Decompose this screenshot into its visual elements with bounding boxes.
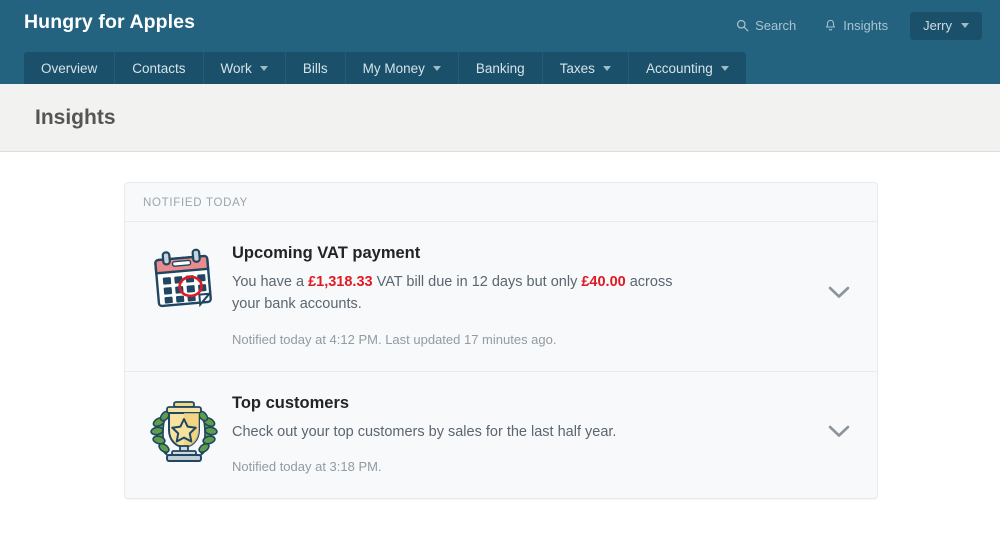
- insights-card-header: NOTIFIED TODAY: [125, 183, 877, 222]
- chevron-down-icon: [828, 286, 850, 304]
- section-label: NOTIFIED TODAY: [143, 197, 249, 209]
- insight-description: Check out your top customers by sales fo…: [232, 423, 617, 440]
- main-content: NOTIFIED TODAY Upcoming VAT payment You …: [0, 152, 1000, 538]
- nav-item-label: Contacts: [132, 60, 186, 76]
- insight-description: You have a £1,318.33 VAT bill due in 12 …: [232, 271, 692, 316]
- nav-item-banking[interactable]: Banking: [459, 52, 543, 84]
- insight-row-top-customers[interactable]: Top customers Check out your top custome…: [125, 372, 877, 498]
- nav-item-overview[interactable]: Overview: [24, 52, 116, 84]
- user-menu-button[interactable]: Jerry: [910, 11, 982, 40]
- user-menu-label: Jerry: [923, 18, 952, 33]
- desc-text-2: VAT bill due in 12 days but only: [372, 274, 582, 290]
- nav-item-contacts[interactable]: Contacts: [115, 52, 204, 84]
- insight-title: Top customers: [232, 393, 350, 412]
- chevron-down-icon: [602, 65, 611, 71]
- insight-content: Upcoming VAT payment You have a £1,318.3…: [232, 244, 819, 347]
- nav-item-label: Bills: [302, 60, 328, 76]
- insights-label: Insights: [843, 18, 889, 33]
- chevron-down-icon: [432, 65, 441, 71]
- desc-text-1: You have a: [232, 274, 309, 290]
- nav-item-label: Work: [220, 60, 252, 76]
- bank-balance-amount: £40.00: [581, 274, 626, 290]
- nav-item-work[interactable]: Work: [204, 52, 286, 84]
- header-actions: Search Insights Jerry: [722, 11, 982, 40]
- nav-item-label: My Money: [362, 60, 425, 76]
- chevron-down-icon: [961, 23, 969, 28]
- nav-item-taxes[interactable]: Taxes: [543, 52, 629, 84]
- main-navigation: Overview Contacts Work Bills My Money Banking…: [24, 52, 746, 84]
- nav-item-label: Taxes: [559, 60, 595, 76]
- nav-item-bills[interactable]: Bills: [286, 52, 346, 84]
- page-header: Insights: [0, 84, 1000, 152]
- bell-icon: [824, 19, 837, 33]
- trophy-icon: [150, 394, 232, 469]
- calendar-icon: [150, 244, 232, 317]
- insight-content: Top customers Check out your top custome…: [232, 394, 819, 474]
- insight-title: Upcoming VAT payment: [232, 244, 421, 262]
- expand-insight-button[interactable]: [819, 425, 859, 443]
- insight-meta: Notified today at 3:18 PM.: [232, 459, 382, 475]
- insights-button[interactable]: Insights: [810, 12, 902, 39]
- nav-item-label: Banking: [475, 60, 525, 76]
- nav-item-my-money[interactable]: My Money: [346, 52, 459, 84]
- chevron-down-icon: [720, 65, 729, 71]
- search-button[interactable]: Search: [722, 12, 810, 39]
- nav-item-label: Overview: [41, 60, 98, 76]
- chevron-down-icon: [828, 425, 850, 443]
- top-header-bar: Hungry for Apples Search Insights Jerry: [0, 0, 1000, 84]
- page-title: Insights: [35, 105, 116, 129]
- insights-card: NOTIFIED TODAY Upcoming VAT payment You …: [124, 182, 878, 500]
- search-icon: [736, 19, 749, 32]
- nav-item-accounting[interactable]: Accounting: [629, 52, 746, 84]
- vat-bill-amount: £1,318.33: [308, 274, 373, 290]
- expand-insight-button[interactable]: [819, 286, 859, 304]
- insight-meta: Notified today at 4:12 PM. Last updated …: [232, 331, 557, 347]
- brand-title: Hungry for Apples: [24, 11, 196, 33]
- chevron-down-icon: [259, 65, 268, 71]
- search-label: Search: [755, 18, 797, 33]
- nav-item-label: Accounting: [645, 60, 713, 76]
- insight-row-vat-payment[interactable]: Upcoming VAT payment You have a £1,318.3…: [125, 222, 877, 372]
